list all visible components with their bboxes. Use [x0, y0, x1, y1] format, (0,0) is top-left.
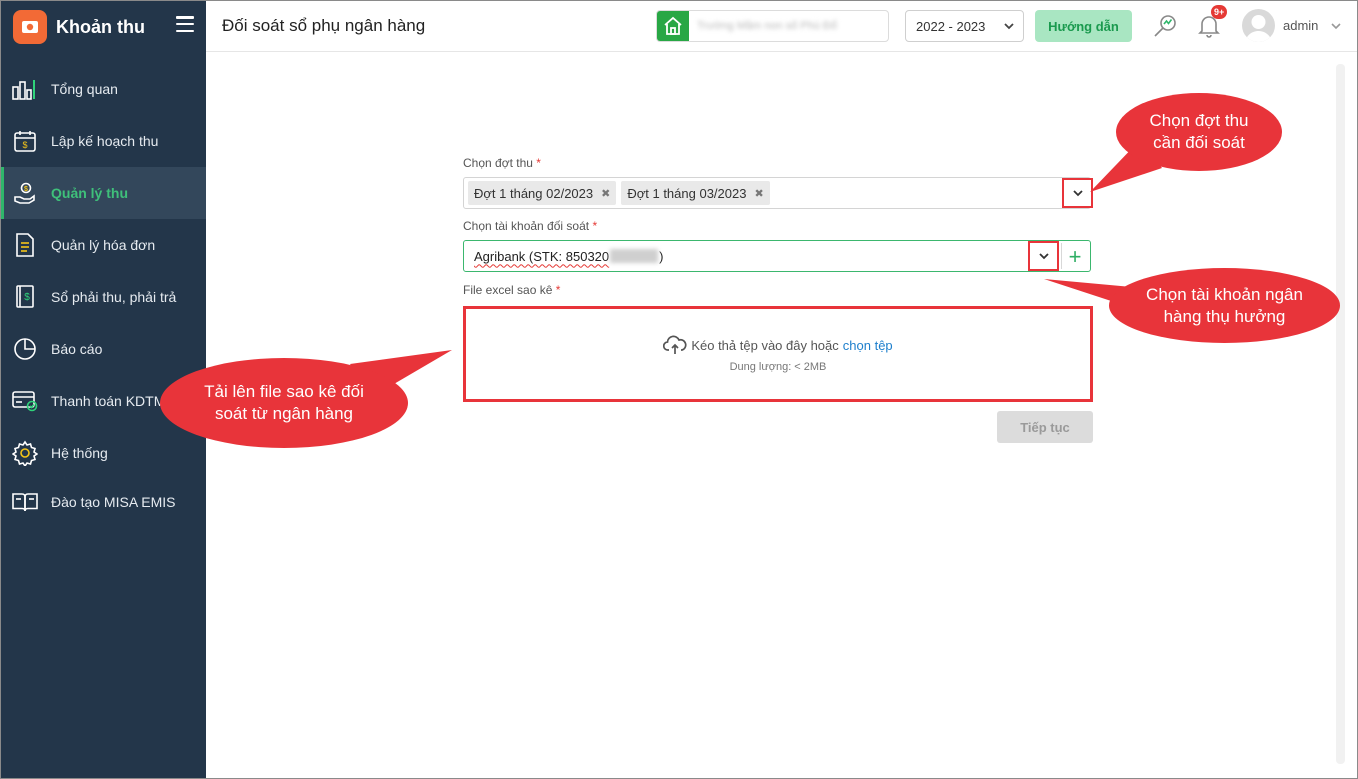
sidebar-item-label: Tổng quan [51, 81, 118, 97]
sidebar-item-lap-ke-hoach-thu[interactable]: $ Lập kế hoạch thu [1, 115, 206, 167]
chevron-down-icon[interactable] [1330, 19, 1342, 37]
sidebar-item-label: Đào tạo MISA EMIS [51, 494, 176, 510]
notification-bell-icon[interactable]: 9+ [1194, 5, 1228, 41]
calendar-money-icon: $ [11, 127, 39, 155]
gear-icon [11, 439, 39, 467]
app-title: Khoản thu [56, 16, 145, 37]
card-payment-icon [11, 387, 39, 415]
file-dropzone[interactable]: Kéo thả tệp vào đây hoặc chọn tệp Dung l… [463, 306, 1093, 402]
account-label-text: Chọn tài khoản đối soát [463, 219, 590, 233]
ledger-icon: $ [11, 283, 39, 311]
sidebar-item-label: Báo cáo [51, 341, 103, 357]
batch-label-text: Chọn đợt thu [463, 156, 533, 170]
account-number-redacted [610, 249, 659, 263]
account-dropdown-button[interactable] [1028, 241, 1059, 271]
pie-chart-icon [11, 335, 39, 363]
chevron-down-icon [1072, 190, 1083, 197]
hand-coin-icon: $ [11, 179, 39, 207]
file-label: File excel sao kê * [463, 283, 560, 297]
dropzone-size-limit: Dung lượng: < 2MB [729, 361, 827, 373]
callout-upload-text: Tải lên file sao kê đối soát từ ngân hàn… [204, 382, 364, 423]
callout-batch: Chọn đợt thu cần đối soát [1116, 93, 1282, 171]
top-header: Đối soát sổ phụ ngân hàng Trường Mầm non… [206, 1, 1357, 52]
batch-chip-label: Đợt 1 tháng 03/2023 [627, 185, 747, 201]
school-year-value: 2022 - 2023 [916, 18, 986, 34]
batch-multiselect[interactable]: Đợt 1 tháng 02/2023 ✖ Đợt 1 tháng 03/202… [463, 177, 1091, 209]
sidebar-item-label: Sổ phải thu, phải trả [51, 289, 177, 305]
sidebar-item-bao-cao[interactable]: Báo cáo [1, 323, 206, 375]
file-label-text: File excel sao kê [463, 283, 553, 297]
dropzone-text: Kéo thả tệp vào đây hoặc [691, 337, 839, 353]
school-name: Trường Mầm non số Phù Đổ [697, 20, 838, 32]
batch-chip: Đợt 1 tháng 03/2023 ✖ [621, 181, 770, 205]
account-value: Agribank (STK: 850320 [474, 248, 610, 264]
dropzone-line: Kéo thả tệp vào đây hoặc chọn tệp [663, 335, 893, 355]
app-logo-icon [13, 10, 47, 44]
scrollbar[interactable] [1336, 64, 1345, 764]
account-label: Chọn tài khoản đối soát * [463, 219, 597, 233]
continue-button[interactable]: Tiếp tục [997, 411, 1093, 443]
sidebar-item-label: Quản lý hóa đơn [51, 237, 156, 253]
cloud-upload-icon [663, 335, 687, 354]
sidebar-nav: Tổng quan $ Lập kế hoạch thu $ Quản lý t… [1, 63, 206, 525]
school-selector[interactable]: Trường Mầm non số Phù Đổ [656, 10, 889, 42]
choose-file-link[interactable]: chọn tệp [843, 338, 893, 353]
batch-label: Chọn đợt thu * [463, 156, 541, 170]
svg-text:$: $ [24, 292, 30, 303]
avatar[interactable] [1242, 9, 1275, 42]
sidebar-item-tong-quan[interactable]: Tổng quan [1, 63, 206, 115]
svg-text:$: $ [24, 186, 28, 193]
callout-account-text: Chọn tài khoản ngân hàng thụ hưởng [1146, 284, 1303, 326]
menu-toggle-icon[interactable] [176, 16, 194, 32]
sidebar-item-dao-tao[interactable]: Đào tạo MISA EMIS [1, 479, 206, 525]
sidebar-item-so-phai-thu-phai-tra[interactable]: $ Sổ phải thu, phải trả [1, 271, 206, 323]
sidebar-item-label: Lập kế hoạch thu [51, 133, 159, 149]
batch-chip: Đợt 1 tháng 02/2023 ✖ [468, 181, 617, 205]
batch-chip-label: Đợt 1 tháng 02/2023 [474, 185, 594, 201]
sidebar-item-label: Hệ thống [51, 445, 108, 461]
batch-dropdown-button[interactable] [1062, 178, 1093, 208]
chevron-down-icon [1003, 20, 1015, 35]
document-icon [11, 231, 39, 259]
required-mark: * [536, 156, 541, 170]
user-name[interactable]: admin [1283, 18, 1318, 33]
search-analytics-icon[interactable] [1150, 11, 1180, 41]
sidebar-item-label: Quản lý thu [51, 185, 128, 201]
page-title: Đối soát sổ phụ ngân hàng [222, 16, 426, 35]
sidebar-item-he-thong[interactable]: Hệ thống [1, 427, 206, 479]
account-select[interactable]: Agribank (STK: 850320 ) [463, 240, 1091, 272]
book-icon [11, 488, 39, 516]
remove-chip-icon[interactable]: ✖ [754, 187, 763, 200]
account-value-suffix: ) [659, 248, 664, 264]
svg-text:$: $ [22, 140, 27, 150]
callout-upload: Tải lên file sao kê đối soát từ ngân hàn… [160, 358, 408, 448]
guide-button[interactable]: Hướng dẫn [1035, 10, 1132, 42]
school-year-select[interactable]: 2022 - 2023 [905, 10, 1024, 42]
chevron-down-icon [1038, 253, 1049, 260]
add-account-icon[interactable]: + [1062, 244, 1088, 270]
school-home-icon [657, 11, 689, 41]
callout-account: Chọn tài khoản ngân hàng thụ hưởng [1109, 268, 1340, 343]
required-mark: * [555, 283, 561, 297]
remove-chip-icon[interactable]: ✖ [601, 187, 610, 200]
sidebar-item-quan-ly-hoa-don[interactable]: Quản lý hóa đơn [1, 219, 206, 271]
notification-badge: 9+ [1211, 5, 1228, 19]
required-mark: * [592, 219, 598, 233]
callout-batch-text: Chọn đợt thu cần đối soát [1149, 111, 1249, 152]
sidebar-item-quan-ly-thu[interactable]: $ Quản lý thu [1, 167, 206, 219]
sidebar-item-label: Thanh toán KDTM [51, 393, 166, 409]
bar-chart-icon [11, 75, 39, 103]
